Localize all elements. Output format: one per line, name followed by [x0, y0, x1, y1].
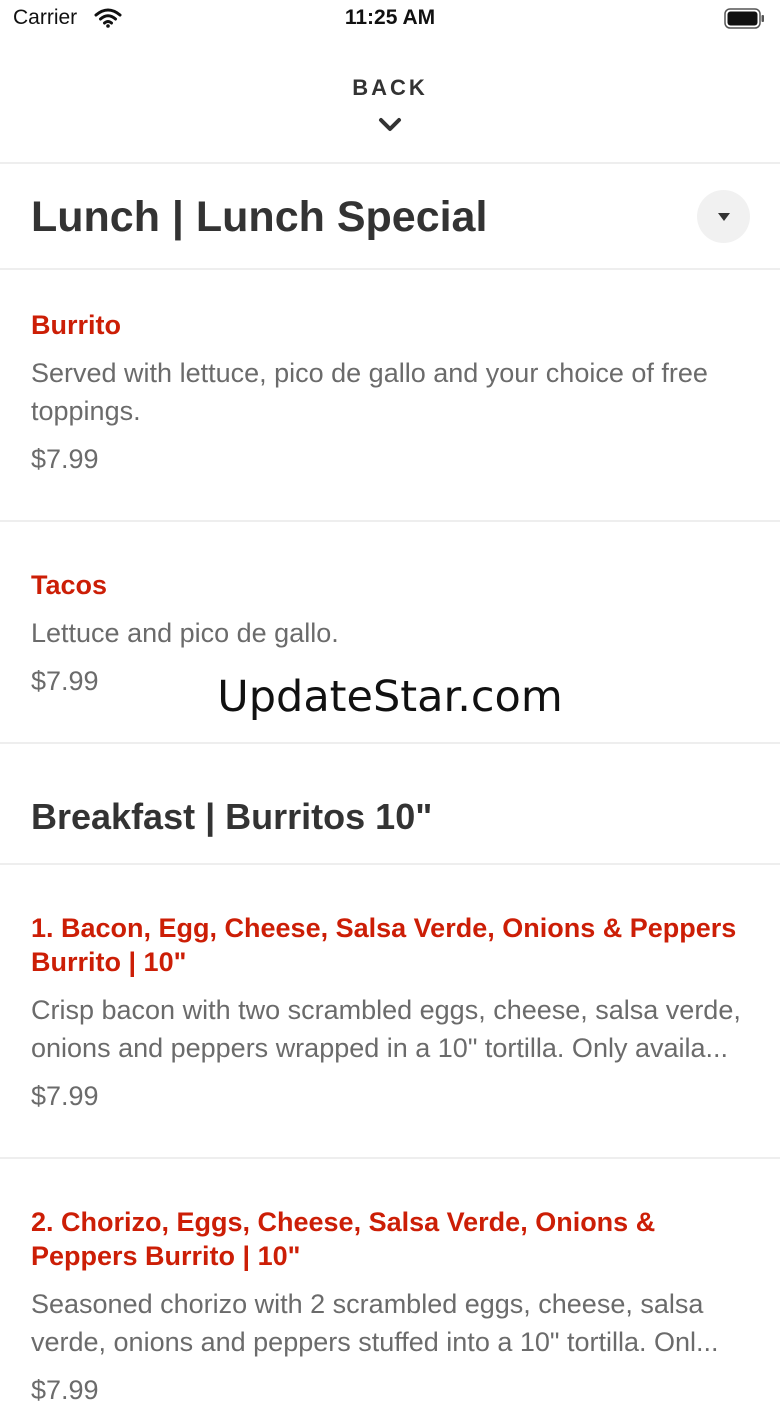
section-title: Breakfast | Burritos 10" — [31, 796, 433, 837]
status-bar: Carrier 11:25 AM — [0, 0, 780, 40]
caret-down-icon — [718, 213, 730, 221]
item-price: $7.99 — [31, 444, 99, 474]
battery-icon — [724, 8, 765, 29]
item-name: Burrito — [31, 310, 121, 340]
divider — [0, 520, 780, 522]
section-dropdown-button[interactable] — [697, 190, 750, 243]
divider — [0, 863, 780, 865]
item-description: Lettuce and pico de gallo. — [31, 618, 339, 648]
menu-item[interactable]: 2. Chorizo, Eggs, Cheese, Salsa Verde, O… — [31, 1205, 753, 1407]
section-title: Lunch | Lunch Special — [31, 193, 488, 241]
item-description: Seasoned chorizo with 2 scrambled eggs, … — [31, 1289, 719, 1357]
item-name: 2. Chorizo, Eggs, Cheese, Salsa Verde, O… — [31, 1207, 656, 1271]
chevron-down-icon — [377, 116, 403, 139]
menu-item[interactable]: 1. Bacon, Egg, Cheese, Salsa Verde, Onio… — [31, 911, 753, 1113]
back-button[interactable]: BACK — [0, 40, 780, 163]
status-time: 11:25 AM — [344, 6, 436, 29]
divider — [0, 742, 780, 744]
divider — [0, 162, 780, 164]
watermark: UpdateStar.com — [217, 672, 563, 722]
item-description: Served with lettuce, pico de gallo and y… — [31, 358, 708, 426]
item-description: Crisp bacon with two scrambled eggs, che… — [31, 995, 741, 1063]
divider — [0, 1157, 780, 1159]
item-price: $7.99 — [31, 1375, 99, 1405]
back-label: BACK — [352, 75, 428, 100]
divider — [0, 268, 780, 270]
item-name: 1. Bacon, Egg, Cheese, Salsa Verde, Onio… — [31, 913, 737, 977]
item-name: Tacos — [31, 570, 108, 600]
menu-item[interactable]: Burrito Served with lettuce, pico de gal… — [31, 308, 753, 476]
item-price: $7.99 — [31, 1081, 99, 1111]
